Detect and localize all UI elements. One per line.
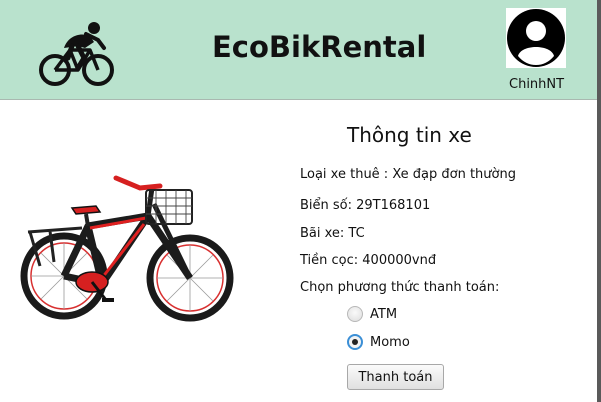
deposit-label: Tiền cọc: 400000vnđ: [300, 253, 437, 268]
payment-option-atm[interactable]: ATM: [347, 306, 397, 322]
app-title: EcoBikRental: [212, 30, 427, 64]
bike-type-label: Loại xe thuê : Xe đạp đơn thường: [300, 167, 516, 182]
username-label: ChinhNT: [509, 77, 565, 92]
window-edge: [597, 0, 601, 402]
bike-photo: [20, 166, 236, 336]
station-label: Bãi xe: TC: [300, 226, 365, 241]
license-plate-label: Biển số: 29T168101: [300, 198, 431, 213]
app-header: EcoBikRental ChinhNT: [0, 0, 601, 99]
payment-method-prompt: Chọn phương thức thanh toán:: [300, 280, 500, 295]
cyclist-logo-icon: [39, 22, 114, 86]
radio-button-icon[interactable]: [347, 334, 363, 350]
payment-option-label: Momo: [370, 334, 410, 350]
radio-button-icon[interactable]: [347, 306, 363, 322]
pay-button[interactable]: Thanh toán: [347, 364, 444, 390]
payment-option-momo[interactable]: Momo: [347, 334, 410, 350]
payment-option-label: ATM: [370, 306, 398, 322]
header-divider: [0, 99, 601, 100]
user-avatar-icon[interactable]: [506, 8, 566, 68]
details-title: Thông tin xe: [347, 123, 472, 147]
